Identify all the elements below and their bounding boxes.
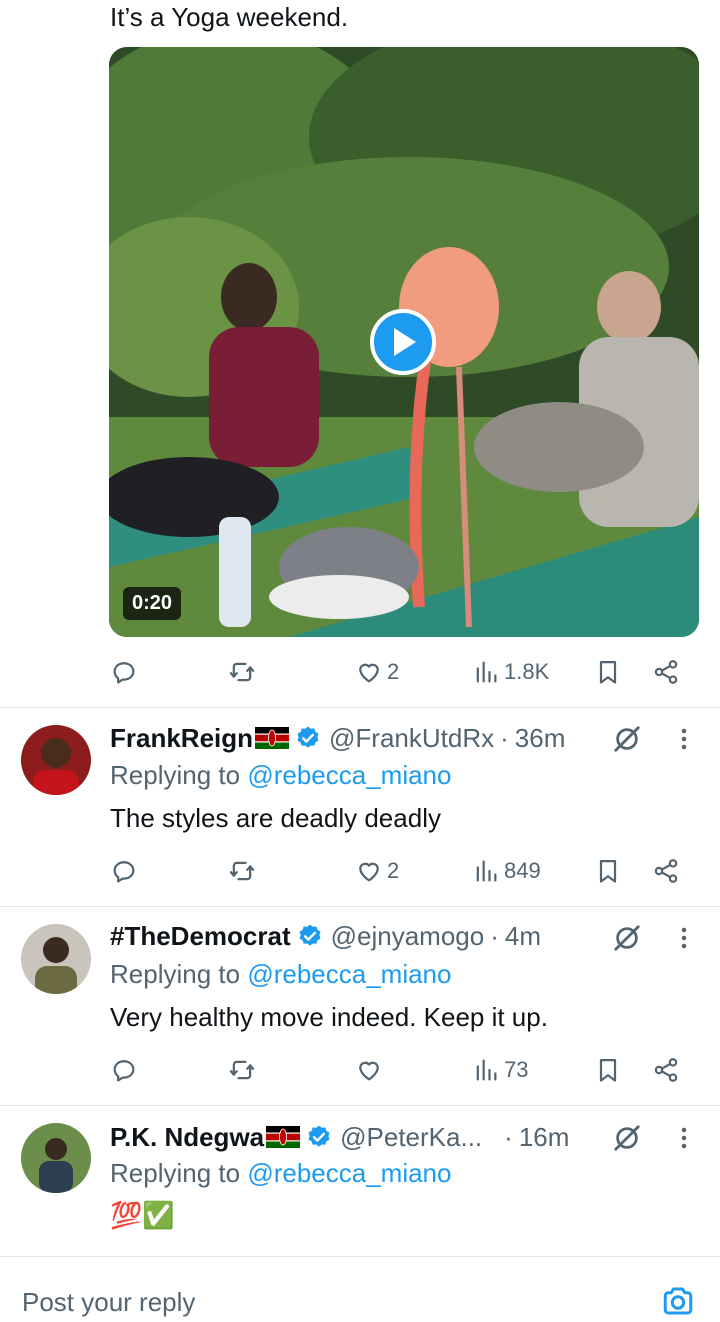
reply-text: The styles are deadly deadly: [110, 803, 441, 833]
play-button[interactable]: [370, 309, 436, 375]
views-icon: [476, 1059, 497, 1081]
reply-action-bar: 73: [110, 1050, 690, 1090]
avatar[interactable]: [21, 725, 91, 795]
avatar[interactable]: [21, 1123, 91, 1193]
avatar-image: [21, 924, 91, 994]
bookmark-icon: [599, 859, 617, 883]
heart-icon: [359, 663, 379, 683]
reply-text: 💯✅: [110, 1200, 175, 1230]
repost-button[interactable]: [228, 1050, 256, 1090]
like-count: 2: [387, 659, 400, 684]
reply-header: #TheDemocrat @ejnyamogo · 4m: [110, 918, 541, 954]
more-icon[interactable]: [674, 923, 694, 953]
repost-icon: [229, 662, 255, 682]
share-icon: [654, 660, 678, 684]
verified-badge-icon: [299, 924, 321, 946]
share-button[interactable]: [652, 1050, 680, 1090]
reply-button[interactable]: [110, 851, 138, 891]
reply-icon: [113, 1060, 135, 1082]
replying-to-mention[interactable]: @rebecca_miano: [247, 1158, 451, 1188]
video-duration: 0:20: [123, 587, 182, 620]
kenya-flag-icon: [255, 727, 290, 749]
view-count: 849: [504, 858, 541, 883]
timestamp[interactable]: 36m: [515, 723, 566, 754]
reply-action-bar: 2 849: [110, 851, 690, 891]
share-button[interactable]: [652, 652, 680, 692]
grok-icon[interactable]: [612, 1123, 642, 1153]
separator-dot: ·: [500, 722, 509, 753]
replying-to: Replying to @rebecca_miano: [110, 959, 451, 990]
reply-input[interactable]: Post your reply: [22, 1287, 195, 1318]
display-name[interactable]: FrankReign: [110, 723, 253, 754]
reply-button[interactable]: [110, 652, 138, 692]
bookmark-button[interactable]: [594, 652, 622, 692]
avatar-image: [21, 725, 91, 795]
bookmark-icon: [599, 660, 617, 684]
heart-icon: [359, 862, 379, 882]
play-icon: [394, 328, 416, 356]
repost-icon: [229, 861, 255, 881]
view-count: 73: [504, 1057, 529, 1082]
bookmark-icon: [599, 1058, 617, 1082]
reply-composer: Post your reply: [0, 1256, 720, 1322]
replying-to-prefix: Replying to: [110, 1158, 248, 1188]
post-text: It’s a Yoga weekend.: [110, 2, 349, 32]
view-count: 1.8K: [504, 659, 550, 684]
reply-header: P.K. Ndegwa @PeterKa... · 16m: [110, 1119, 569, 1155]
share-button[interactable]: [652, 851, 680, 891]
verified-badge-icon: [297, 726, 319, 748]
replying-to-mention[interactable]: @rebecca_miano: [247, 760, 451, 790]
replying-to-mention[interactable]: @rebecca_miano: [247, 959, 451, 989]
replying-to-prefix: Replying to: [110, 760, 248, 790]
grok-icon[interactable]: [612, 923, 642, 953]
timestamp[interactable]: 16m: [519, 1122, 570, 1153]
heart-icon: [359, 1061, 379, 1081]
like-button[interactable]: [355, 1050, 387, 1090]
repost-button[interactable]: [228, 851, 256, 891]
kenya-flag-icon: [266, 1126, 301, 1148]
views-icon: [476, 661, 497, 683]
replying-to: Replying to @rebecca_miano: [110, 760, 451, 791]
grok-icon[interactable]: [612, 724, 642, 754]
avatar-image: [21, 1123, 91, 1193]
avatar[interactable]: [21, 924, 91, 994]
replying-to-prefix: Replying to: [110, 959, 248, 989]
user-handle[interactable]: @ejnyamogo: [331, 921, 485, 952]
reply-icon: [113, 861, 135, 883]
display-name[interactable]: P.K. Ndegwa: [110, 1122, 264, 1153]
views-button[interactable]: 1.8K: [472, 652, 549, 692]
separator-dot: ·: [490, 920, 499, 951]
reply-header: FrankReign @FrankUtdRx · 36m: [110, 720, 565, 756]
user-handle[interactable]: @FrankUtdRx: [329, 723, 494, 754]
repost-icon: [229, 1060, 255, 1080]
like-count: 2: [387, 858, 400, 883]
camera-icon[interactable]: [660, 1283, 696, 1319]
divider: [0, 707, 720, 708]
share-icon: [654, 1058, 678, 1082]
views-button[interactable]: 73: [472, 1050, 528, 1090]
reply-icon: [113, 662, 135, 684]
reply-text: Very healthy move indeed. Keep it up.: [110, 1002, 548, 1032]
more-icon[interactable]: [674, 724, 694, 754]
repost-button[interactable]: [228, 652, 256, 692]
bookmark-button[interactable]: [594, 851, 622, 891]
views-button[interactable]: 849: [472, 851, 541, 891]
verified-badge-icon: [308, 1125, 330, 1147]
display-name[interactable]: #TheDemocrat: [110, 921, 291, 952]
post-video[interactable]: 0:20: [109, 47, 699, 637]
views-icon: [476, 860, 497, 882]
separator-dot: ·: [504, 1121, 513, 1152]
like-button[interactable]: 2: [355, 851, 399, 891]
more-icon[interactable]: [674, 1123, 694, 1153]
timestamp[interactable]: 4m: [505, 921, 541, 952]
bookmark-button[interactable]: [594, 1050, 622, 1090]
share-icon: [654, 859, 678, 883]
user-handle[interactable]: @PeterKa...: [340, 1122, 482, 1153]
reply-button[interactable]: [110, 1050, 138, 1090]
post-action-bar: 2 1.8K: [110, 652, 690, 692]
divider: [0, 1105, 720, 1106]
replying-to: Replying to @rebecca_miano: [110, 1158, 451, 1189]
like-button[interactable]: 2: [355, 652, 399, 692]
divider: [0, 906, 720, 907]
